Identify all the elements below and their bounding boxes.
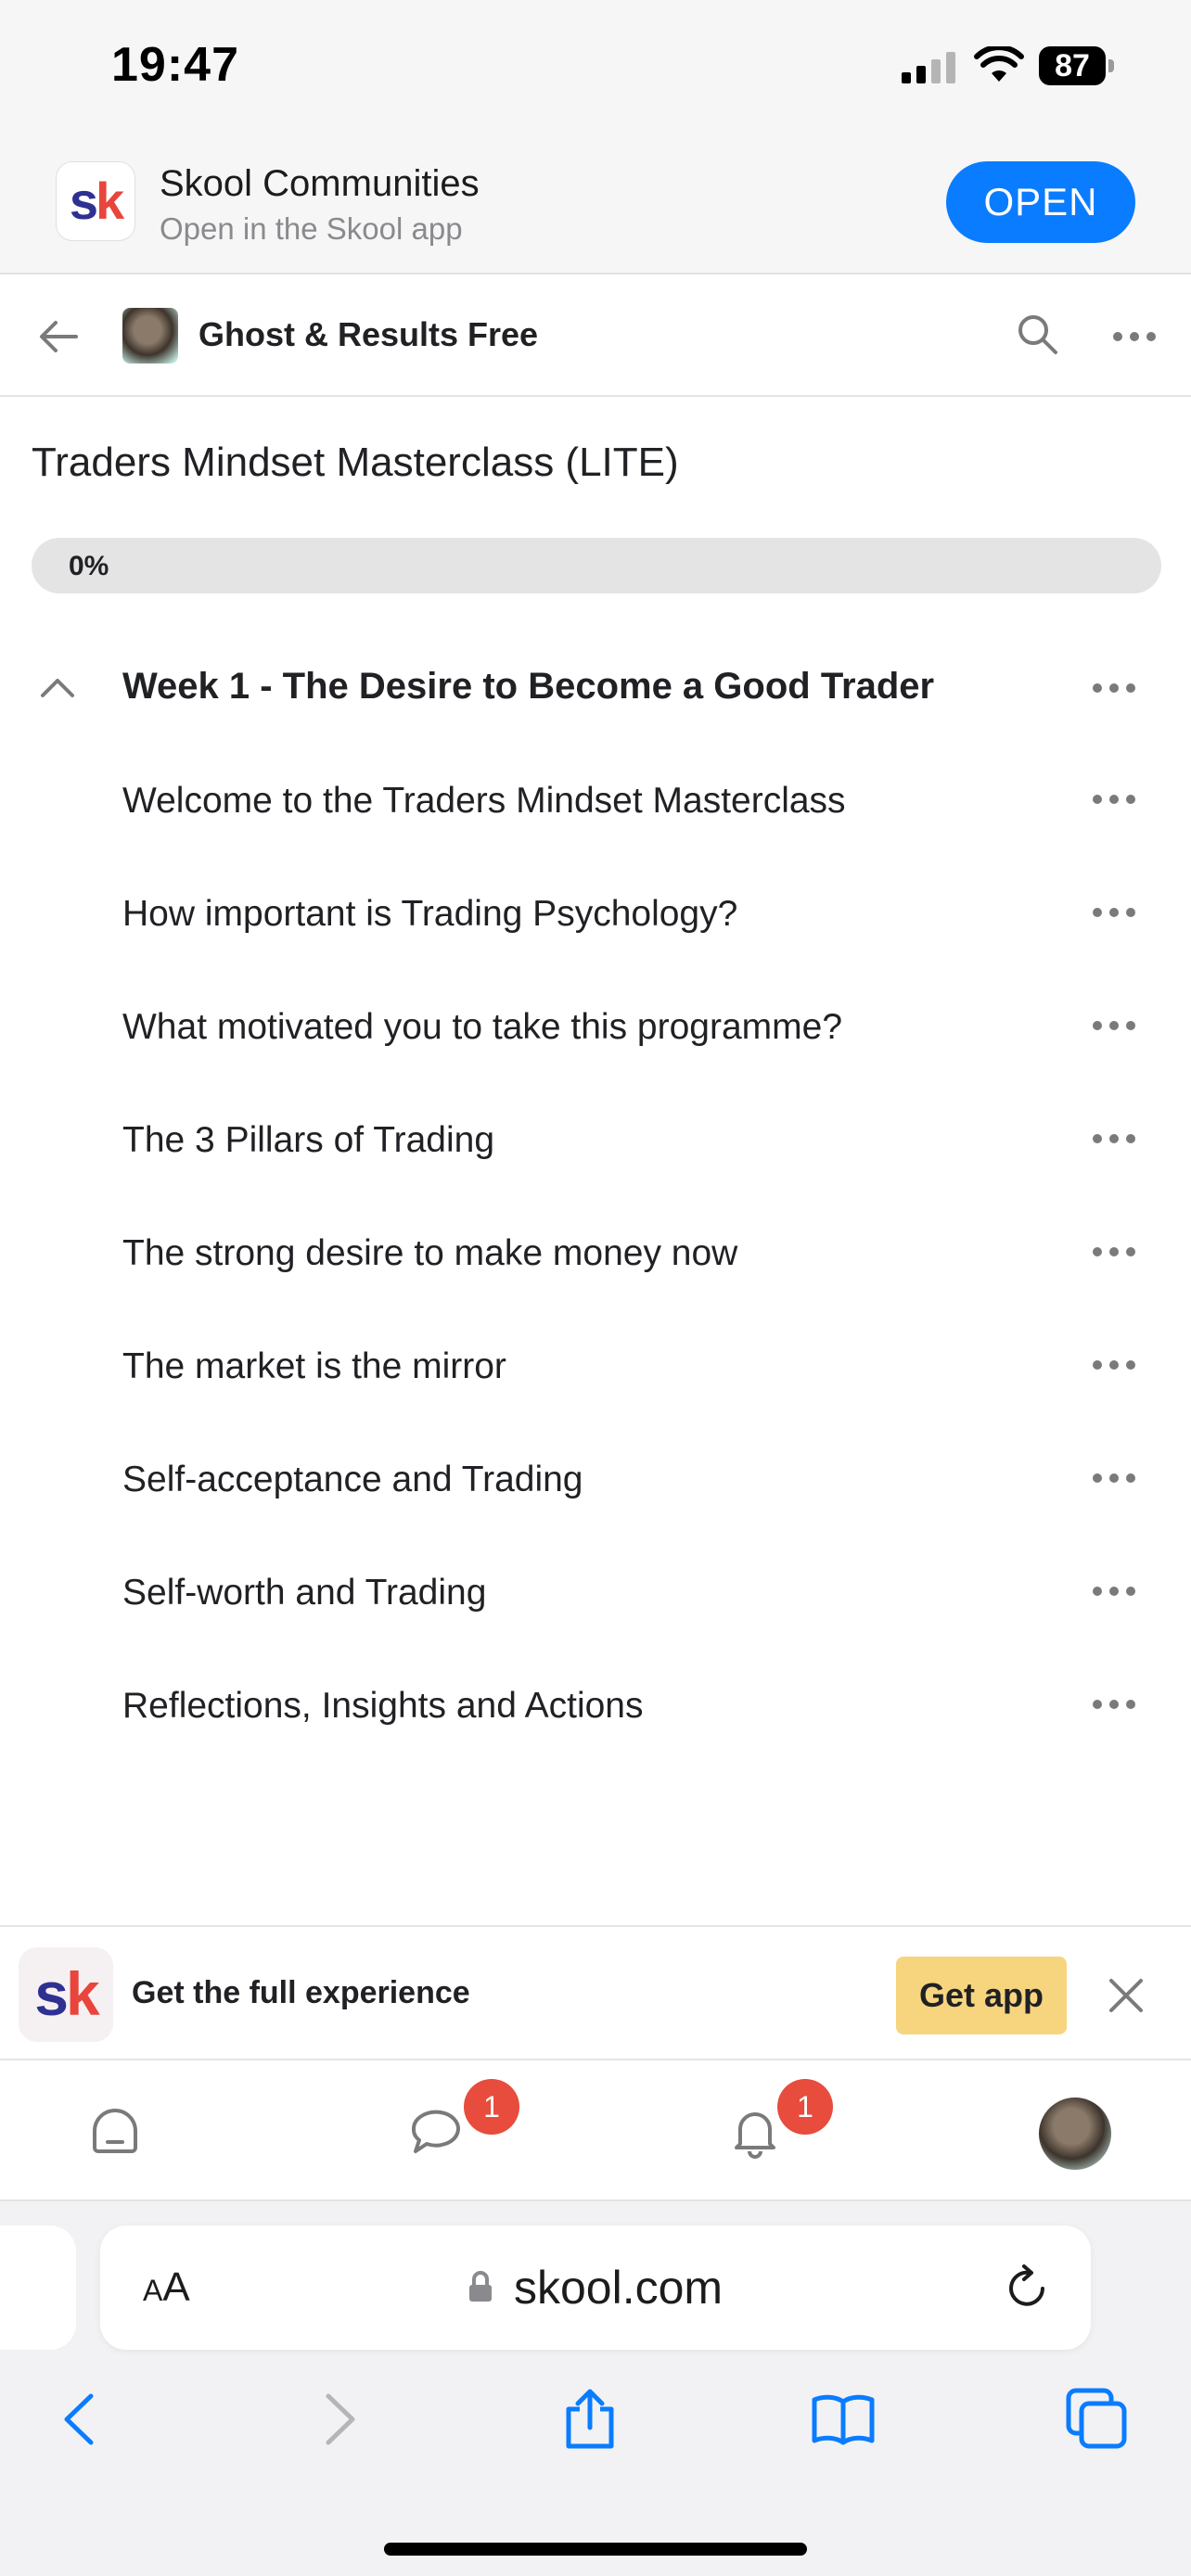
lesson-more-icon[interactable]: [1091, 1469, 1137, 1487]
lesson-item[interactable]: The 3 Pillars of Trading: [0, 1083, 1191, 1196]
lesson-more-icon[interactable]: [1091, 903, 1137, 922]
notifications-badge: 1: [777, 2079, 833, 2135]
search-icon[interactable]: [1015, 312, 1061, 358]
status-time: 19:47: [111, 38, 239, 92]
lesson-title[interactable]: Self-worth and Trading: [122, 1573, 486, 1613]
lesson-title[interactable]: What motivated you to take this programm…: [122, 1007, 842, 1048]
banner-subtitle: Open in the Skool app: [160, 211, 463, 246]
cellular-signal-icon: [902, 52, 955, 83]
home-icon[interactable]: [87, 2105, 143, 2161]
chevron-up-icon[interactable]: [37, 668, 78, 708]
lesson-title[interactable]: Reflections, Insights and Actions: [122, 1686, 643, 1727]
app-banner: sk Skool Communities Open in the Skool a…: [0, 139, 1191, 274]
progress-label: 0%: [69, 551, 109, 581]
chat-icon[interactable]: [408, 2105, 464, 2161]
skool-logo: sk: [56, 161, 135, 241]
get-app-button[interactable]: Get app: [896, 1957, 1067, 2034]
lesson-title[interactable]: How important is Trading Psychology?: [122, 894, 737, 935]
course-progress-bar: 0%: [32, 538, 1161, 593]
lesson-item[interactable]: Self-acceptance and Trading: [0, 1422, 1191, 1536]
browser-chrome: AA skool.com: [0, 2201, 1191, 2576]
bottom-nav: 1 1: [0, 2060, 1191, 2201]
more-options-icon[interactable]: [1111, 323, 1158, 351]
chat-badge: 1: [464, 2079, 519, 2135]
get-app-text: Get the full experience: [132, 1975, 470, 2010]
section-title[interactable]: Week 1 - The Desire to Become a Good Tra…: [122, 666, 934, 708]
battery-cap: [1108, 59, 1114, 72]
lesson-more-icon[interactable]: [1091, 1582, 1137, 1600]
bookmarks-icon[interactable]: [811, 2387, 876, 2452]
group-name[interactable]: Ghost & Results Free: [198, 315, 538, 354]
home-indicator: [384, 2543, 807, 2556]
status-bar: 19:47 87: [0, 0, 1191, 139]
forward-icon[interactable]: [306, 2387, 371, 2452]
lesson-item[interactable]: Self-worth and Trading: [0, 1536, 1191, 1649]
lesson-more-icon[interactable]: [1091, 790, 1137, 809]
back-arrow-icon[interactable]: [35, 313, 82, 360]
lesson-item[interactable]: Reflections, Insights and Actions: [0, 1649, 1191, 1762]
profile-avatar[interactable]: [1039, 2098, 1111, 2170]
lesson-title[interactable]: The 3 Pillars of Trading: [122, 1120, 494, 1161]
lesson-item[interactable]: Welcome to the Traders Mindset Mastercla…: [0, 744, 1191, 857]
lesson-title[interactable]: The strong desire to make money now: [122, 1233, 737, 1274]
course-title: Traders Mindset Masterclass (LITE): [32, 440, 679, 485]
notification-bell-icon[interactable]: [727, 2105, 783, 2161]
battery-icon: 87: [1039, 46, 1115, 85]
group-avatar[interactable]: [122, 308, 178, 363]
address-bar[interactable]: AA skool.com: [100, 2225, 1091, 2350]
back-icon[interactable]: [48, 2387, 113, 2452]
lesson-title[interactable]: Welcome to the Traders Mindset Mastercla…: [122, 781, 846, 822]
page-header: Ghost & Results Free: [0, 274, 1191, 397]
share-icon[interactable]: [557, 2387, 622, 2452]
wifi-icon: [974, 46, 1024, 82]
lesson-item[interactable]: The market is the mirror: [0, 1309, 1191, 1422]
previous-tab-peek[interactable]: [0, 2225, 76, 2350]
get-app-bar: sk Get the full experience Get app: [0, 1925, 1191, 2060]
reload-icon[interactable]: [1002, 2263, 1052, 2313]
lesson-more-icon[interactable]: [1091, 1356, 1137, 1374]
lesson-item[interactable]: What motivated you to take this programm…: [0, 970, 1191, 1083]
close-icon[interactable]: [1106, 1975, 1146, 2016]
lesson-more-icon[interactable]: [1091, 1243, 1137, 1261]
lock-icon: [469, 2271, 492, 2302]
lesson-more-icon[interactable]: [1091, 1695, 1137, 1714]
battery-level: 87: [1039, 46, 1106, 85]
lesson-more-icon[interactable]: [1091, 1129, 1137, 1148]
reader-settings-button[interactable]: AA: [143, 2264, 190, 2311]
lesson-item[interactable]: How important is Trading Psychology?: [0, 857, 1191, 970]
lesson-more-icon[interactable]: [1091, 1016, 1137, 1035]
lesson-item[interactable]: The strong desire to make money now: [0, 1196, 1191, 1309]
tabs-icon[interactable]: [1065, 2387, 1130, 2452]
lesson-title[interactable]: The market is the mirror: [122, 1346, 506, 1387]
lesson-title[interactable]: Self-acceptance and Trading: [122, 1460, 583, 1500]
banner-title: Skool Communities: [160, 163, 480, 204]
skool-logo: sk: [19, 1947, 113, 2042]
url-text[interactable]: skool.com: [514, 2261, 723, 2315]
open-app-button[interactable]: OPEN: [946, 161, 1135, 243]
section-more-icon[interactable]: [1091, 679, 1137, 697]
